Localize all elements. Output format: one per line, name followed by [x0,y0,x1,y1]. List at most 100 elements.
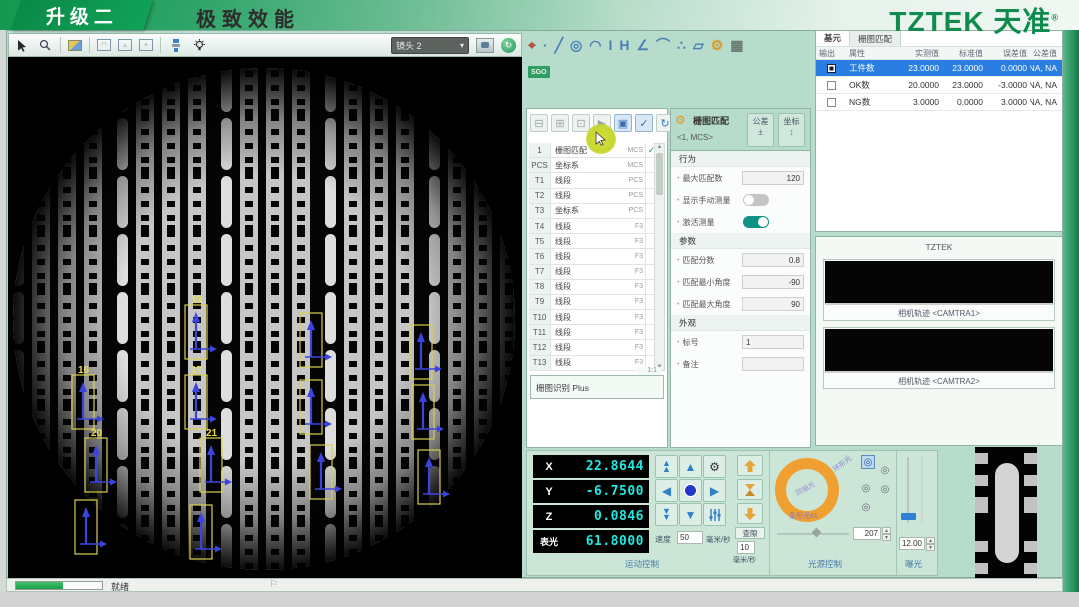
toggle-switch[interactable] [743,216,769,228]
list-item[interactable]: T1线段PCS [529,173,657,188]
list-item[interactable]: PCS坐标系MCS [529,158,657,173]
image-icon[interactable] [68,40,82,51]
scatter-tool-icon[interactable]: ∴ [677,38,686,52]
autofocus-button[interactable] [737,479,763,500]
fit-width-icon[interactable]: ▵ [118,39,132,51]
light-value-spinner[interactable]: ▲▼ [882,527,891,541]
output-checkbox[interactable] [827,64,836,73]
list-item[interactable]: T10线段F3 [529,310,657,325]
jog-down-button[interactable]: ▼ [679,503,702,526]
slider-handle[interactable] [812,528,822,538]
cursor-tool-icon[interactable] [14,37,30,53]
import-icon[interactable]: ⊞ [551,114,569,132]
flag-icon[interactable]: ⚐ [269,579,278,590]
light-mode-3-icon[interactable]: ◎ [859,481,873,495]
light-mode-ring-icon[interactable]: ◎ [861,455,875,469]
coordinate-button[interactable]: 坐标↕ [778,113,805,147]
stop-button[interactable] [679,479,702,502]
list-item[interactable]: T4线段F3 [529,219,657,234]
z-down-button[interactable] [737,503,763,524]
param-input[interactable]: -90 [742,275,804,289]
toggle-switch[interactable] [743,194,769,206]
save-icon[interactable]: ⊡ [572,114,590,132]
scrollbar-thumb[interactable] [656,153,663,195]
param-label: 匹配分数 [682,255,714,266]
list-item-id: T8 [529,280,551,294]
wafer-image-canvas[interactable]: 13 16 17 20 21 [8,57,522,578]
list-item[interactable]: T2线段PCS [529,189,657,204]
list-item[interactable]: T3坐标系PCS [529,204,657,219]
table-row[interactable]: NG数3.00000.00003.0000NA, NA [816,94,1062,111]
erase-tool-icon[interactable]: ▱ [693,38,704,52]
list-item[interactable]: T5线段F3 [529,234,657,249]
jog-left-button[interactable]: ◀ [655,479,678,502]
table-row[interactable]: 工件数23.000023.00000.0000NA, NA [816,60,1062,77]
list-item[interactable]: T8线段F3 [529,280,657,295]
camera-capture-button[interactable] [476,38,494,53]
section-title: 行为 [671,151,810,167]
arc-tool-icon[interactable]: ◠ [589,38,601,52]
light-mode-5-icon[interactable]: ◎ [859,500,873,514]
list-item[interactable]: T11线段F3 [529,325,657,340]
param-input[interactable]: 1 [742,335,804,349]
open-program-icon[interactable]: ⊟ [530,114,548,132]
jog-right-button[interactable]: ▶ [703,479,726,502]
jog-up-button[interactable]: ▲ [679,455,702,478]
light-mode-4-icon[interactable]: ◎ [878,482,892,496]
angle-tool-icon[interactable]: ∠ [636,38,649,52]
lens-channel-dropdown[interactable]: 镜头 2▾ [391,37,469,54]
zoom-tool-icon[interactable] [37,37,53,53]
fit-window-icon[interactable]: ◠ [97,39,111,51]
jog-settings-button[interactable]: ⚙ [703,455,726,478]
upgrade-ribbon: 升级二 [11,0,153,30]
speed-input[interactable]: 50 [677,531,703,544]
list-item[interactable]: T7线段F3 [529,265,657,280]
check-view-icon[interactable]: ✓ [635,114,653,132]
feature-list-scrollbar[interactable]: ▲ ▼ [654,143,665,371]
scroll-up-icon[interactable]: ▲ [655,144,664,150]
table-row[interactable]: OK数20.000023.0000-3.0000NA, NA [816,77,1062,94]
param-input[interactable]: 90 [742,297,804,311]
line-tool-icon[interactable]: ╱ [555,38,563,52]
tab-1[interactable]: 基元 [816,31,850,46]
point-tool-icon[interactable]: · [543,38,548,52]
calculator-icon[interactable]: ▦ [730,38,743,52]
results-table-header: 输出属性实测值标准值误差值公差值 [816,46,1062,60]
list-item-id: T12 [529,340,551,354]
selected-element-box[interactable]: 1:1 栅图识别 Plus [530,375,664,399]
tolerance-button[interactable]: 公差± [747,113,774,147]
grid-view-icon[interactable]: ▣ [614,114,632,132]
param-input[interactable]: 0.8 [742,253,804,267]
param-input[interactable] [742,357,804,371]
output-checkbox[interactable] [827,81,836,90]
list-item[interactable]: T9线段F3 [529,295,657,310]
z-up-button[interactable] [737,455,763,476]
light-value-input[interactable]: 207 [853,527,881,540]
exposure-value-input[interactable]: 12.00 [899,537,925,550]
gap-value-input[interactable]: 10 [737,541,755,554]
width-tool-icon[interactable]: H [619,38,629,52]
output-checkbox[interactable] [827,98,836,107]
jog-up-fast-button[interactable]: ▲▲ [655,455,678,478]
exposure-spinner[interactable]: ▲▼ [926,537,935,551]
settings-gears-icon[interactable]: ⚙ [711,38,724,52]
bullet-dot: • [677,361,679,368]
param-input[interactable]: 120 [742,171,804,185]
sync-globe-icon[interactable]: ↻ [501,38,516,53]
light-intensity-slider[interactable] [777,533,849,535]
focus-tool-icon[interactable] [168,37,184,53]
gap-check-button[interactable]: 查隙 [735,527,765,539]
circle-tool-icon[interactable]: ◎ [570,38,582,52]
list-item[interactable]: T6线段F3 [529,249,657,264]
joystick-config-button[interactable] [703,503,726,526]
distance-tool-icon[interactable]: I [608,38,612,52]
curve-tool-icon[interactable]: ⌒ [656,38,670,52]
lamp-icon[interactable] [191,37,207,53]
list-item[interactable]: T12线段F3 [529,340,657,355]
zoom-region-icon[interactable]: + [139,39,153,51]
light-mode-2-icon[interactable]: ◎ [878,463,892,477]
jog-down-fast-button[interactable]: ▼▼ [655,503,678,526]
column-header: 公差值 [1030,47,1060,59]
coordinate-system-icon[interactable]: ⌖ [528,38,536,52]
exposure-slider-handle[interactable] [901,513,916,520]
